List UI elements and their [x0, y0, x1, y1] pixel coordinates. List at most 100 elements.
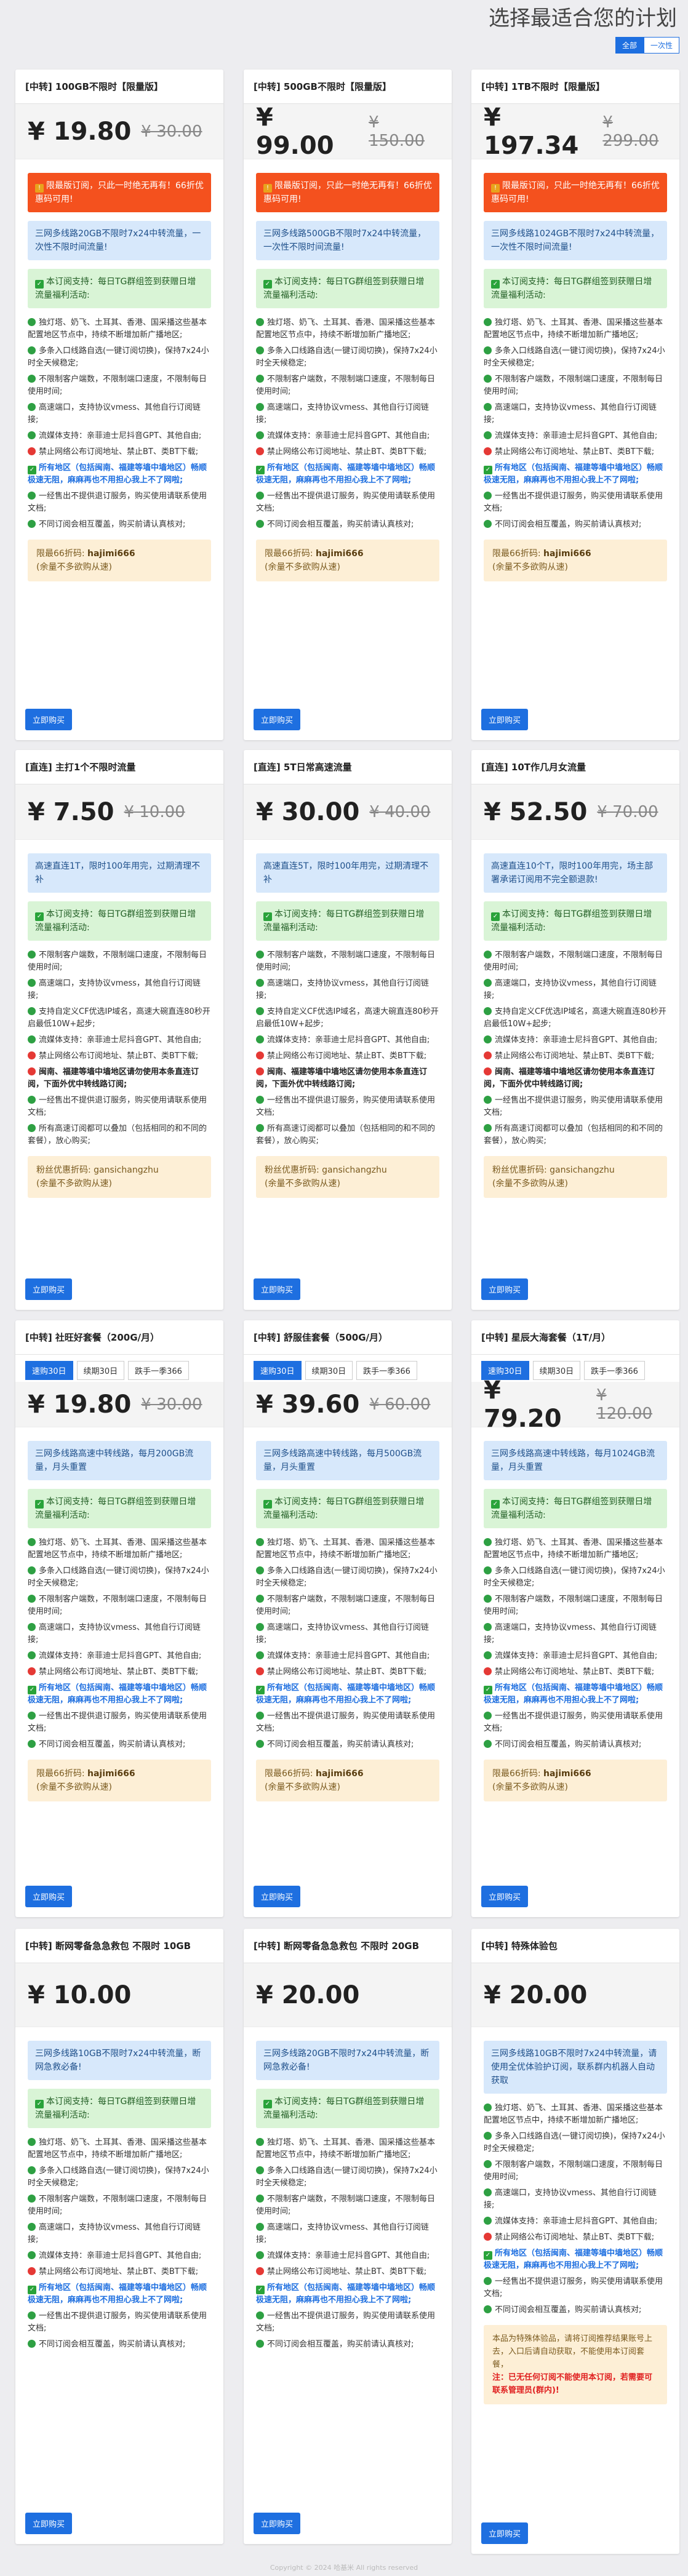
- plan-title: [中转] 舒服佳套餐（500G/月）: [244, 1320, 452, 1355]
- feature-item: ✓ 所有地区（包括闽南、福建等墙中墙地区）畅顺极速无阻，麻麻再也不用担心我上不了网…: [484, 463, 663, 485]
- period-tab[interactable]: 续期30日: [76, 1360, 125, 1380]
- feature-list: 独灯塔、奶飞、土耳其、香港、国采播这些基本配置地区节点中，持续不断增加新广播地区…: [484, 1537, 667, 1751]
- buy-button[interactable]: 立即购买: [481, 1886, 529, 1907]
- feature-item: 不限制客户端数，不限制端口速度，不限制每日使用时间;: [484, 375, 663, 396]
- buy-button[interactable]: 立即购买: [481, 2522, 529, 2544]
- feature-item: 不同订阅会相互覆盖，购买前请认真核对;: [484, 1739, 667, 1751]
- forbidden-icon: [256, 1051, 264, 1059]
- check-circle-icon: [256, 1035, 264, 1043]
- promo-code[interactable]: gansichangzhu: [94, 1165, 159, 1175]
- forbidden-icon: [256, 1667, 264, 1675]
- check-circle-icon: [256, 2223, 264, 2231]
- buy-button[interactable]: 立即购买: [254, 1886, 301, 1907]
- promo-box: 粉丝优惠折码: gansichangzhu (余量不多欲购从速): [28, 1156, 211, 1198]
- plan-card: [中转] 特殊体验包 ¥ 20.00 三网多线路10GB不限时7x24中转流量，…: [471, 1929, 679, 2554]
- plan-description: 三网多线路20GB不限时7x24中转流量，一次性不限时间流量!: [28, 221, 211, 260]
- feature-item: 高速端口，支持协议vmess、其他自行订阅链接;: [484, 403, 657, 425]
- promo-code[interactable]: gansichangzhu: [550, 1165, 615, 1175]
- price: ¥ 30.00: [256, 797, 360, 826]
- buy-button[interactable]: 立即购买: [481, 709, 529, 730]
- feature-item: 一经售出不提供退订服务，购买使用请联系使用文档;: [256, 1096, 436, 1117]
- check-circle-icon: [28, 520, 36, 528]
- promo-code[interactable]: hajimi666: [316, 1769, 364, 1779]
- check-circle-icon: [256, 2195, 264, 2203]
- check-circle-icon: [28, 2166, 36, 2174]
- buy-button[interactable]: 立即购买: [25, 1886, 73, 1907]
- check-icon: ✓: [263, 1500, 272, 1509]
- toggle-once-button[interactable]: 一次性: [643, 37, 679, 54]
- check-circle-icon: [484, 1096, 492, 1104]
- warning-icon: !: [35, 184, 44, 193]
- buy-button[interactable]: 立即购买: [25, 1278, 73, 1300]
- buy-button[interactable]: 立即购买: [481, 1278, 529, 1300]
- check-icon: ✓: [28, 1686, 36, 1694]
- check-circle-icon: [28, 979, 36, 987]
- feature-item: 闽南、福建等墙中墙地区请勿使用本条直连订阅，下面外优中转线路订阅;: [256, 1067, 428, 1089]
- period-tabs: 速购30日 续期30日 跌手一季366: [15, 1355, 223, 1382]
- period-tab[interactable]: 速购30日: [254, 1360, 302, 1380]
- check-circle-icon: [256, 1623, 264, 1631]
- period-tab[interactable]: 跌手一季366: [128, 1360, 189, 1380]
- feature-item: 所有高速订阅都可以叠加（包括相同的和不同的套餐），放心购买;: [28, 1124, 207, 1146]
- promo-box: 限最66折码: hajimi666 (余量不多欲购从速): [256, 540, 439, 581]
- check-icon: ✓: [484, 2251, 492, 2260]
- check-circle-icon: [256, 1651, 264, 1659]
- check-circle-icon: [484, 979, 492, 987]
- buy-button[interactable]: 立即购买: [25, 709, 73, 730]
- check-circle-icon: [484, 1007, 492, 1015]
- promo-code[interactable]: gansichangzhu: [322, 1165, 387, 1175]
- promo-code[interactable]: hajimi666: [87, 1769, 135, 1779]
- price: ¥ 20.00: [256, 1980, 360, 2009]
- toggle-all-button[interactable]: 全部: [615, 37, 644, 54]
- feature-item: 一经售出不提供退订服务，购买使用请联系使用文档;: [28, 2311, 207, 2333]
- check-circle-icon: [484, 1124, 492, 1132]
- period-tab[interactable]: 跌手一季366: [356, 1360, 417, 1380]
- feature-item: 不同订阅会相互覆盖，购买前请认真核对;: [256, 519, 439, 531]
- feature-item: 多条入口线路自选(一键订阅切换)，保持7x24小时全天候稳定;: [256, 2166, 438, 2188]
- feature-item: 多条入口线路自选(一键订阅切换)，保持7x24小时全天候稳定;: [484, 2132, 665, 2153]
- buy-button[interactable]: 立即购买: [254, 709, 301, 730]
- feature-item: 流媒体支持：亲菲迪士尼抖音GPT、其他自由;: [484, 1034, 667, 1047]
- feature-item: 不同订阅会相互覆盖，购买前请认真核对;: [484, 519, 667, 531]
- trial-note: 本品为特殊体验品，请将订阅推荐结果账号上去，入口后请自动获取，不能使用本订阅套餐…: [484, 2325, 667, 2404]
- period-tab[interactable]: 跌手一季366: [584, 1360, 645, 1380]
- feature-list: 独灯塔、奶飞、土耳其、香港、国采播这些基本配置地区节点中，持续不断增加新广播地区…: [256, 2137, 439, 2351]
- check-circle-icon: [484, 1595, 492, 1603]
- feature-item: 不限制客户端数，不限制端口速度，不限制每日使用时间;: [28, 951, 207, 972]
- period-tab[interactable]: 续期30日: [305, 1360, 353, 1380]
- buy-button[interactable]: 立即购买: [25, 2513, 73, 2534]
- price-box: ¥ 19.80 ¥ 30.00: [15, 1382, 223, 1427]
- plan-card: [中转] 100GB不限时【限量版】 ¥ 19.80 ¥ 30.00 ! 限最版订阅…: [15, 70, 223, 740]
- forbidden-icon: [484, 1067, 492, 1075]
- feature-item: 独灯塔、奶飞、土耳其、香港、国采播这些基本配置地区节点中，持续不断增加新广播地区…: [28, 1538, 207, 1560]
- promo-code[interactable]: hajimi666: [543, 1769, 591, 1779]
- plan-title: [中转] 1TB不限时【限量版】: [471, 70, 679, 104]
- check-circle-icon: [484, 1651, 492, 1659]
- feature-item: 流媒体支持：亲菲迪士尼抖音GPT、其他自由;: [484, 1650, 667, 1662]
- price-box: ¥ 7.50 ¥ 10.00: [15, 784, 223, 840]
- buy-button[interactable]: 立即购买: [254, 1278, 301, 1300]
- feature-item: 禁止网络公布订阅地址、禁止BT、类BT下载;: [256, 1666, 439, 1678]
- feature-item: 禁止网络公布订阅地址、禁止BT、类BT下载;: [28, 1666, 211, 1678]
- check-icon: ✓: [484, 1686, 492, 1694]
- promo-code[interactable]: hajimi666: [316, 549, 364, 559]
- buy-button[interactable]: 立即购买: [254, 2513, 301, 2534]
- feature-item: 多条入口线路自选(一键订阅切换)，保持7x24小时全天候稳定;: [484, 346, 665, 368]
- feature-item: 支持自定义CF优选IP域名，高速大碗直连80秒开启最低10W+起步;: [484, 1007, 666, 1029]
- price-box: ¥ 52.50 ¥ 70.00: [471, 784, 679, 840]
- promo-code[interactable]: hajimi666: [87, 549, 135, 559]
- feature-item: 一经售出不提供退订服务，购买使用请联系使用文档;: [256, 492, 436, 513]
- check-icon: ✓: [263, 280, 272, 289]
- feature-item: 高速端口，支持协议vmess、其他自行订阅链接;: [484, 1623, 657, 1645]
- check-circle-icon: [28, 2195, 36, 2203]
- feature-item: 流媒体支持：亲菲迪士尼抖音GPT、其他自由;: [484, 2215, 667, 2228]
- feature-item: 一经售出不提供退订服务，购买使用请联系使用文档;: [484, 2277, 663, 2299]
- feature-item: 不限制客户端数，不限制端口速度，不限制每日使用时间;: [256, 2195, 436, 2216]
- page-header: 选择最适合您的计划 全部 一次性: [0, 0, 688, 68]
- feature-item: ✓ 所有地区（包括闽南、福建等墙中墙地区）畅顺极速无阻，麻麻再也不用担心我上不了网…: [28, 463, 207, 485]
- feature-item: 所有高速订阅都可以叠加（包括相同的和不同的套餐），放心购买;: [256, 1124, 436, 1146]
- feature-item: 不同订阅会相互覆盖，购买前请认真核对;: [28, 519, 211, 531]
- period-tab[interactable]: 速购30日: [25, 1360, 73, 1380]
- promo-code[interactable]: hajimi666: [543, 549, 591, 559]
- promo-box: 粉丝优惠折码: gansichangzhu (余量不多欲购从速): [484, 1156, 667, 1198]
